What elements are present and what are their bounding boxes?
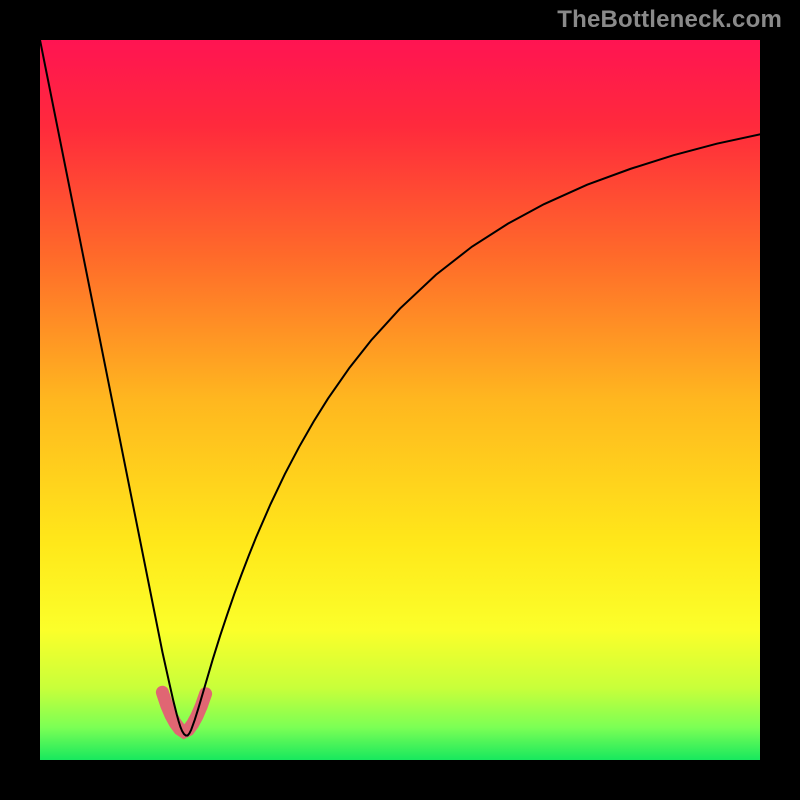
outer-frame: TheBottleneck.com <box>0 0 800 800</box>
chart-svg <box>40 40 760 760</box>
watermark-text: TheBottleneck.com <box>557 6 782 34</box>
bottleneck-curve-path <box>40 40 760 736</box>
chart-area <box>40 40 760 760</box>
minimum-marker-path <box>162 692 205 732</box>
